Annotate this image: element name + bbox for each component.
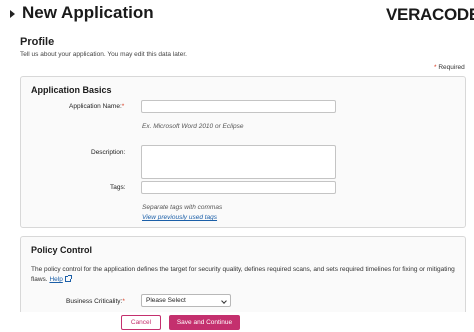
application-name-hint: Ex. Microsoft Word 2010 or Eclipse	[142, 123, 244, 130]
tags-label: Tags:	[110, 184, 126, 191]
chevron-right-icon[interactable]	[10, 10, 15, 18]
application-basics-card: Application Basics Application Name:* Ex…	[20, 76, 466, 228]
chevron-down-icon	[221, 298, 227, 304]
profile-title: Profile	[20, 36, 55, 48]
business-criticality-label: Business Criticality:*	[66, 298, 125, 305]
description-label: Description:	[91, 149, 126, 156]
footer-actions: Cancel Save and Continue	[0, 312, 474, 332]
business-criticality-value: Please Select	[146, 297, 186, 304]
tags-hint: Separate tags with commas	[142, 204, 223, 211]
previous-tags-link[interactable]: View previously used tags	[142, 214, 217, 221]
policy-description: The policy control for the application d…	[31, 265, 461, 285]
help-link[interactable]: Help	[49, 276, 62, 283]
external-link-icon[interactable]	[64, 275, 72, 282]
description-textarea[interactable]	[141, 145, 336, 179]
policy-description-text: The policy control for the application d…	[31, 266, 455, 283]
policy-control-title: Policy Control	[31, 245, 93, 255]
business-criticality-required: *	[122, 298, 125, 305]
veracode-logo: VERACODE	[386, 5, 474, 24]
application-name-required: *	[121, 103, 125, 110]
save-and-continue-button[interactable]: Save and Continue	[169, 315, 240, 330]
required-asterisk: *	[434, 64, 437, 71]
application-name-label: Application Name:*	[69, 103, 124, 110]
required-note: * Required	[434, 64, 465, 71]
business-criticality-label-text: Business Criticality:	[66, 298, 123, 305]
required-label: Required	[438, 64, 465, 71]
business-criticality-select[interactable]: Please Select	[141, 294, 231, 307]
profile-description: Tell us about your application. You may …	[20, 51, 187, 58]
application-name-label-text: Application Name:	[69, 103, 122, 110]
tags-input[interactable]	[141, 181, 336, 194]
cancel-button[interactable]: Cancel	[121, 315, 161, 330]
application-basics-title: Application Basics	[31, 85, 112, 95]
page-header: New Application VERACODE	[0, 0, 474, 30]
application-name-input[interactable]	[141, 100, 336, 113]
page-title: New Application	[22, 3, 154, 22]
